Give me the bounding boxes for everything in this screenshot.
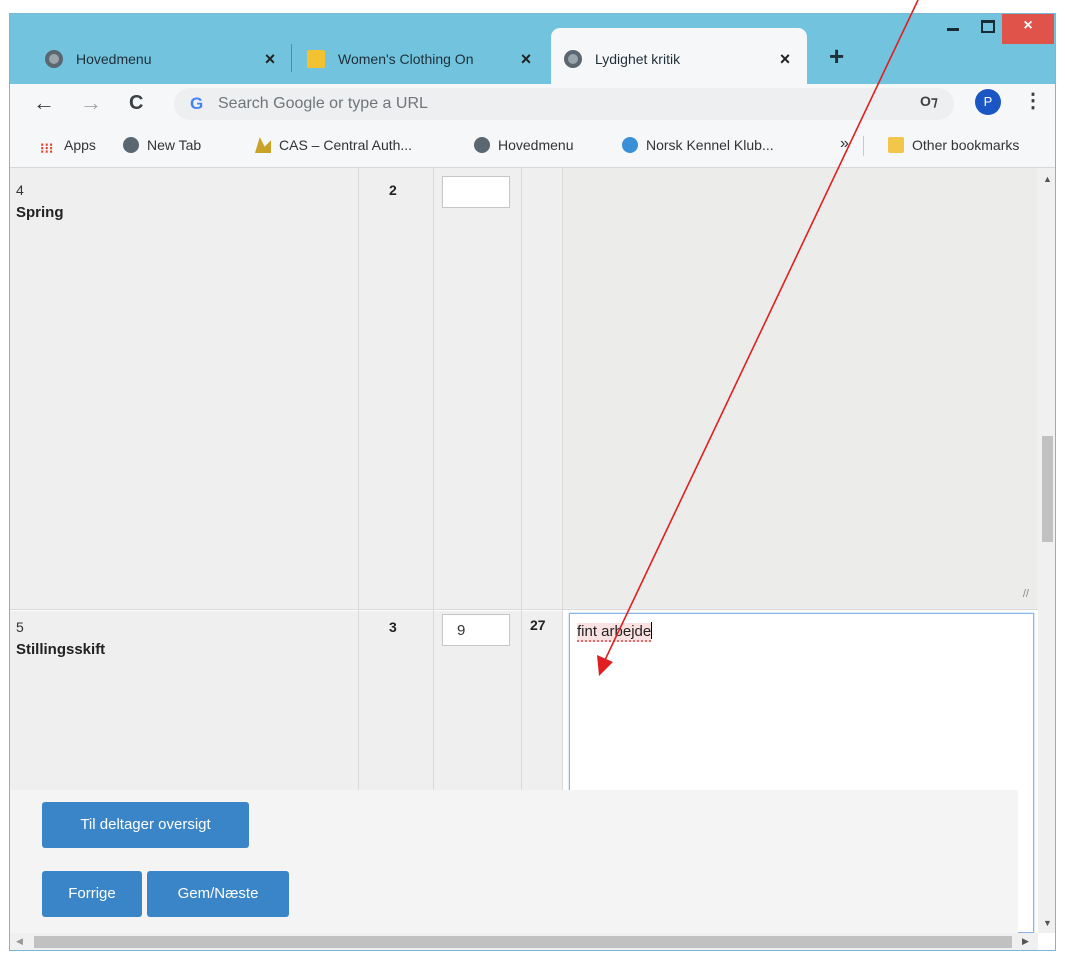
annotation-arrow	[597, 0, 919, 676]
arrow-line	[604, 0, 919, 661]
